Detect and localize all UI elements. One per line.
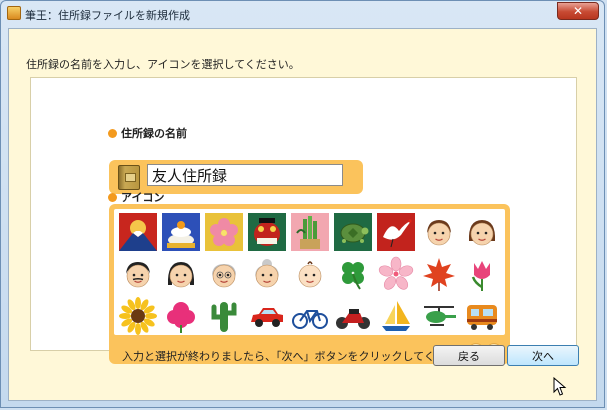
tulip-icon[interactable] [463,255,501,293]
girl-face-icon[interactable] [463,213,501,251]
train-icon[interactable] [463,297,501,335]
turtle-icon[interactable] [334,213,372,251]
boy-face-icon[interactable] [420,213,458,251]
sailboat-icon[interactable] [377,297,415,335]
content-panel: 住所録の名前 アイコン ◀▶ [30,77,577,364]
cactus-icon[interactable] [205,297,243,335]
next-button[interactable]: 次へ [507,345,579,366]
mouse-cursor-icon [553,377,567,396]
instruction-text: 住所録の名前を入力し、アイコンを選択してください。 [26,58,300,71]
sunflower-icon[interactable] [119,297,157,335]
address-book-name-input[interactable] [147,164,343,186]
close-icon: ✕ [572,4,584,18]
dialog-window: 筆王：住所録ファイルを新規作成 ✕ 住所録の名前を入力し、アイコンを選択してくだ… [0,0,605,408]
bullet-icon [108,129,117,138]
plum-blossom-icon[interactable] [205,213,243,251]
shishimai-icon[interactable] [248,213,286,251]
icon-section-label: アイコン [108,189,164,205]
four-leaf-clover-icon[interactable] [334,255,372,293]
kadomatsu-icon[interactable] [291,213,329,251]
name-section-label: 住所録の名前 [108,125,187,141]
sakura-icon[interactable] [377,255,415,293]
close-button[interactable]: ✕ [557,2,599,20]
footer-hint: 入力と選択が終わりましたら、「次へ」ボタンをクリックしてください。 [122,350,479,363]
window-title: 筆王：住所録ファイルを新規作成 [25,9,190,22]
crane-icon[interactable] [377,213,415,251]
icon-grid [114,209,505,335]
man-face-icon[interactable] [119,255,157,293]
helicopter-icon[interactable] [420,297,458,335]
bullet-icon [108,193,117,202]
baby-face-icon[interactable] [291,255,329,293]
grandma-face-icon[interactable] [248,255,286,293]
address-book-icon [118,165,140,190]
car-icon[interactable] [248,297,286,335]
title-bar: 筆王：住所録ファイルを新規作成 ✕ [1,1,604,27]
bicycle-icon[interactable] [291,297,329,335]
woman-face-icon[interactable] [162,255,200,293]
icon-box: ◀▶ [109,204,510,364]
fuji-sunrise-icon[interactable] [119,213,157,251]
grandpa-face-icon[interactable] [205,255,243,293]
icon-section-label-text: アイコン [121,191,165,204]
carnation-icon[interactable] [162,297,200,335]
back-button[interactable]: 戻る [433,345,505,366]
name-section-label-text: 住所録の名前 [121,127,187,140]
maple-leaf-icon[interactable] [420,255,458,293]
app-icon [7,6,21,20]
motorcycle-icon[interactable] [334,297,372,335]
kagami-mochi-icon[interactable] [162,213,200,251]
dialog-body: 住所録の名前を入力し、アイコンを選択してください。 住所録の名前 アイコン ◀▶… [8,28,597,401]
